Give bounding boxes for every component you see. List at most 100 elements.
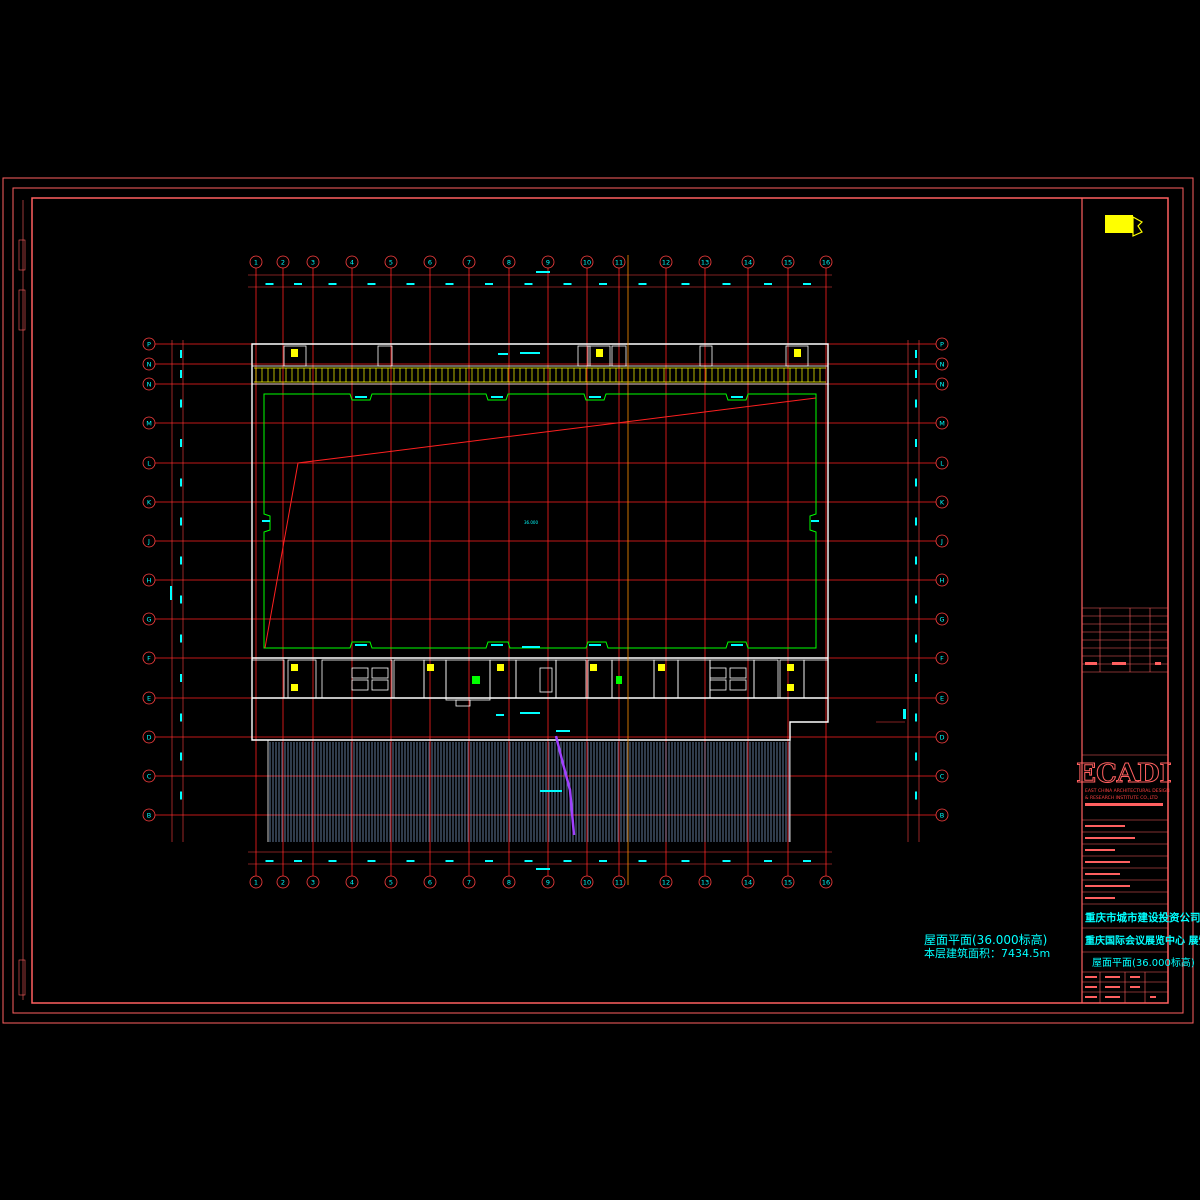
axis-label-bottom: 5	[389, 879, 393, 887]
dim-text-left	[180, 439, 182, 447]
dim-text-right	[915, 595, 917, 604]
dim-text-bottom	[265, 860, 274, 862]
axis-label-top: 1	[254, 259, 258, 267]
axis-bubble-icon: 7	[462, 875, 476, 889]
axis-label-left: N	[147, 381, 152, 389]
dim-text-right	[915, 399, 917, 408]
dim-text-top	[445, 283, 454, 285]
axis-label-left: L	[147, 460, 151, 468]
dim-text-right	[915, 556, 917, 565]
axis-bubble-icon: 14	[741, 875, 755, 889]
dim-text-left	[180, 556, 182, 565]
dim-text-bottom	[599, 860, 607, 862]
dim-text-top	[294, 283, 302, 285]
dim-text-bottom	[367, 860, 376, 862]
axis-label-right: N	[940, 361, 945, 369]
dim-text-top	[803, 283, 811, 285]
axis-label-right: E	[940, 695, 944, 703]
sheet-border-frame	[12, 187, 1184, 1014]
dim-text-right	[915, 478, 917, 487]
dim-text-left	[180, 350, 182, 358]
fixture	[729, 679, 747, 691]
roof-drain-labels	[262, 352, 819, 716]
dim-text-top	[599, 283, 607, 285]
dim-text-bottom	[524, 860, 533, 862]
roof-slope-lines	[264, 397, 817, 649]
axis-bubble-icon: J	[142, 534, 156, 548]
axis-bubble-icon: 14	[741, 255, 755, 269]
axis-bubble-icon: C	[142, 769, 156, 783]
axis-bubble-icon: D	[935, 730, 949, 744]
dim-text-right	[915, 634, 917, 643]
axis-bubble-icon: N	[142, 357, 156, 371]
axis-bubble-icon: 7	[462, 255, 476, 269]
dim-text-right	[915, 370, 917, 378]
axis-bubble-icon: 13	[698, 875, 712, 889]
axis-label-top: 5	[389, 259, 393, 267]
axis-label-bottom: 12	[662, 879, 670, 887]
dim-text-bottom	[445, 860, 454, 862]
axis-label-bottom: 15	[784, 879, 792, 887]
sheet-inner-frame	[31, 197, 1169, 1004]
ramp-top-marker	[556, 730, 570, 732]
north-arrow-icon	[1105, 215, 1143, 237]
axis-bubble-icon: B	[935, 808, 949, 822]
axis-bubble-icon: 15	[781, 875, 795, 889]
axis-bubble-icon: H	[935, 573, 949, 587]
axis-label-bottom: 1	[254, 879, 258, 887]
axis-bubble-icon: M	[935, 416, 949, 430]
dim-text-right	[915, 713, 917, 722]
axis-label-right: D	[939, 734, 944, 742]
dim-text-left	[180, 674, 182, 682]
dim-text-bottom	[638, 860, 647, 862]
dim-text-bottom	[722, 860, 731, 862]
axis-label-top: 9	[546, 259, 550, 267]
axis-label-left: F	[147, 655, 151, 663]
axis-bubble-icon: 16	[819, 255, 833, 269]
axis-label-bottom: 4	[350, 879, 354, 887]
axis-label-bottom: 6	[428, 879, 432, 887]
axis-label-left: C	[147, 773, 152, 781]
dim-marker-bottom-1	[536, 868, 550, 870]
axis-bubble-icon: 8	[502, 875, 516, 889]
axis-bubble-icon: 11	[612, 255, 626, 269]
ramp-path	[554, 735, 576, 836]
axis-bubble-icon: G	[935, 612, 949, 626]
north-stair-treads	[291, 349, 801, 357]
logo-subtitle-1: EAST CHINA ARCHITECTURAL DESIGN	[1085, 788, 1170, 794]
fixture	[539, 667, 553, 693]
fixture	[729, 667, 747, 679]
dim-text-left	[180, 752, 182, 761]
dim-text-top	[681, 283, 690, 285]
axis-bubble-icon: J	[935, 534, 949, 548]
axis-label-left: N	[147, 361, 152, 369]
axis-label-right: G	[939, 616, 944, 624]
service-room	[445, 659, 491, 701]
drawing-title-line1: 屋面平面(36.000标高)	[924, 932, 1047, 947]
dim-text-right	[915, 439, 917, 447]
axis-label-top: 14	[744, 259, 752, 267]
service-room	[321, 659, 393, 699]
dim-text-top	[485, 283, 493, 285]
axis-label-right: F	[940, 655, 944, 663]
axis-bubble-icon: 6	[423, 875, 437, 889]
dim-text-right	[915, 791, 917, 800]
service-room	[803, 659, 829, 699]
roof-elevation-label: 36.000	[524, 520, 538, 525]
axis-bubble-icon: N	[935, 357, 949, 371]
dim-text-top	[722, 283, 731, 285]
dim-text-top	[638, 283, 647, 285]
north-stair-cores	[283, 345, 809, 367]
south-service-rooms	[251, 659, 829, 707]
axis-bubble-icon: 15	[781, 255, 795, 269]
axis-bubble-icon: 16	[819, 875, 833, 889]
axis-label-right: L	[940, 460, 944, 468]
axis-label-top: 8	[507, 259, 511, 267]
logo-ecadi: ECADI	[1076, 759, 1171, 789]
axis-bubble-icon: 3	[306, 255, 320, 269]
dim-text-bottom	[803, 860, 811, 862]
axis-label-right: P	[940, 341, 944, 349]
axis-bubble-icon: F	[142, 651, 156, 665]
axis-label-right: J	[940, 538, 943, 546]
fixture	[351, 679, 369, 691]
